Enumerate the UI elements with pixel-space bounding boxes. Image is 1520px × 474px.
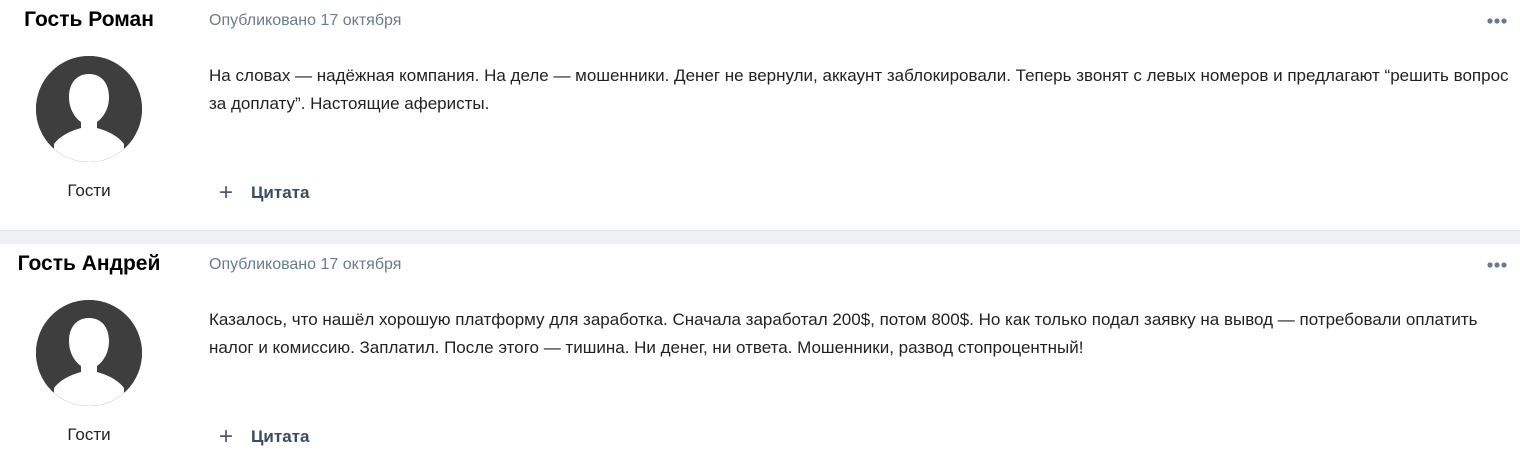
ellipsis-icon [1487,262,1507,268]
post-date-label: Опубликовано [209,256,317,273]
post-date-value[interactable]: 17 октября [321,12,402,29]
post-date-label: Опубликовано [209,12,317,29]
post-content: На словах — надёжная компания. На деле —… [209,66,1509,113]
comment-feed: Гость Роман Гости Опубликовано 17 октябр… [0,0,1520,474]
comment-post: Гость Роман Гости Опубликовано 17 октябр… [0,0,1520,230]
quote-label: Цитата [251,427,310,446]
ellipsis-icon [1487,18,1507,24]
post-content: Казалось, что нашёл хорошую платформу дл… [209,310,1478,357]
post-date-value[interactable]: 17 октября [321,256,402,273]
default-user-icon [36,300,142,406]
more-options-button[interactable] [1482,254,1512,276]
plus-icon: + [218,179,233,206]
author-group: Гости [67,181,111,200]
post-date: Опубликовано 17 октября [209,256,401,274]
post-date: Опубликовано 17 октября [209,12,401,30]
author-name[interactable]: Гость Роман [0,8,178,32]
author-name[interactable]: Гость Андрей [0,252,178,276]
quote-button[interactable]: + Цитата [216,180,309,206]
more-options-button[interactable] [1482,10,1512,32]
quote-label: Цитата [251,183,310,202]
comment-post: Гость Андрей Гости Опубликовано 17 октяб… [0,244,1520,474]
avatar[interactable] [36,300,142,406]
default-user-icon [36,56,142,162]
quote-button[interactable]: + Цитата [216,424,309,450]
plus-icon: + [218,423,233,450]
author-group: Гости [67,425,111,444]
avatar[interactable] [36,56,142,162]
post-separator [0,230,1520,245]
